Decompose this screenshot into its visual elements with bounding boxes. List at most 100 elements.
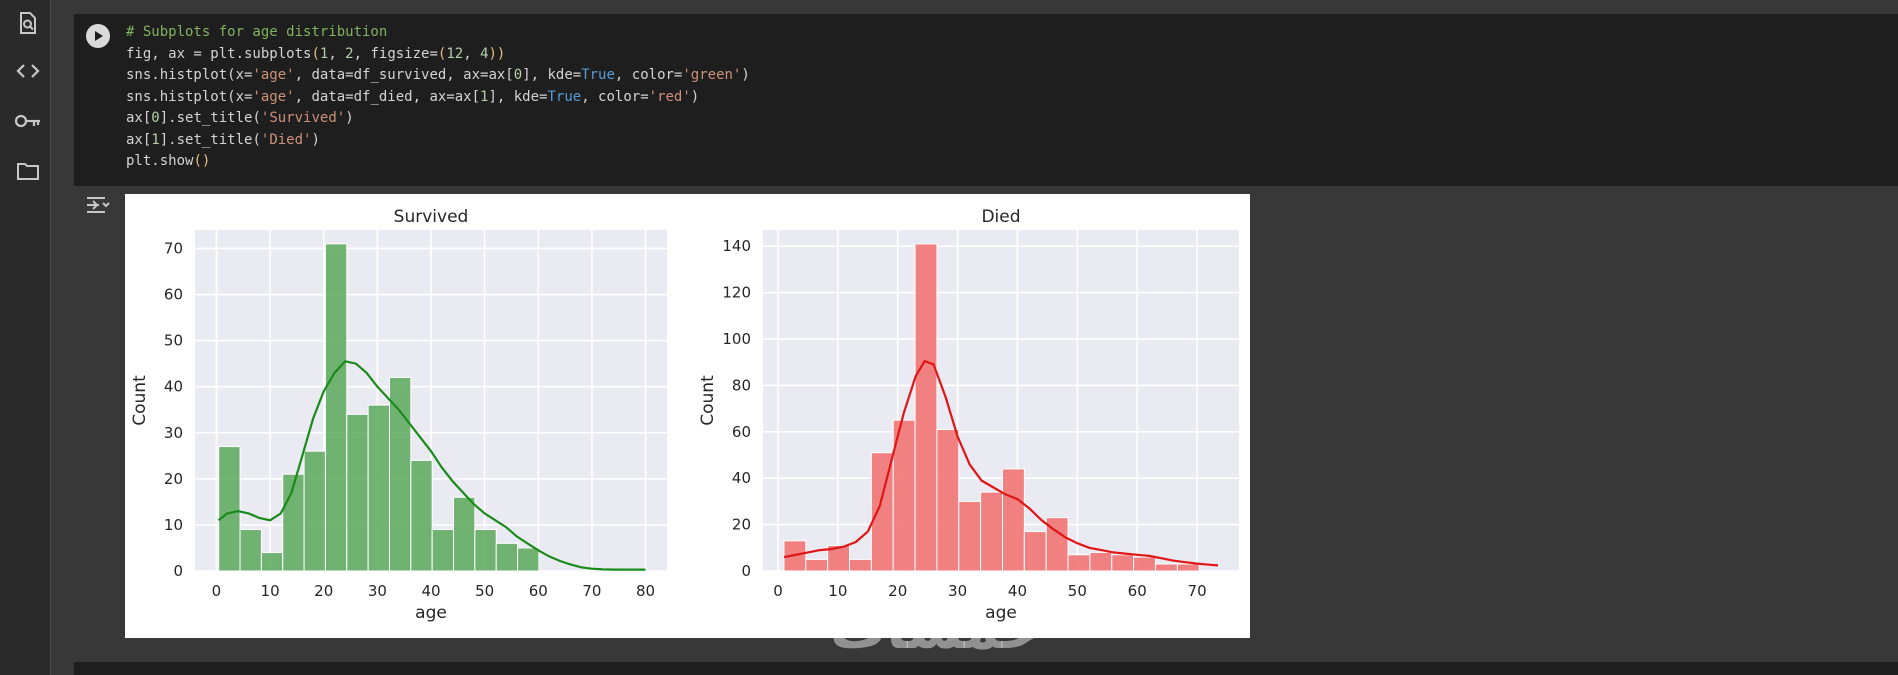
x-tick-label: 80	[636, 582, 655, 600]
run-cell-button[interactable]	[86, 24, 110, 48]
code-token: ax[	[126, 110, 152, 126]
x-tick-label: 40	[421, 582, 440, 600]
y-tick-label: 0	[741, 562, 751, 580]
y-tick-label: 140	[722, 237, 751, 255]
histogram-bar	[914, 243, 938, 572]
y-tick-label: 20	[164, 470, 183, 488]
y-axis-label: Count	[130, 375, 150, 426]
x-tick-label: 0	[212, 582, 222, 600]
y-tick-label: 60	[732, 423, 751, 441]
code-token: fig, ax = plt.subplots	[126, 45, 312, 62]
code-token: ,	[328, 45, 346, 62]
y-tick-label: 30	[164, 424, 183, 442]
code-token: ], kde=	[522, 67, 582, 83]
code-token: 0	[513, 67, 523, 83]
x-tick-label: 60	[1128, 582, 1147, 600]
code-token: ()	[193, 153, 211, 169]
code-token: , data=df_survived, ax=ax[	[294, 67, 514, 83]
histogram-bar	[346, 413, 369, 572]
code-token: 'green'	[682, 67, 742, 83]
y-tick-label: 40	[732, 469, 751, 487]
folder-icon[interactable]	[13, 156, 43, 186]
code-token: ))	[488, 45, 506, 62]
code-token: , figsize=	[353, 45, 438, 62]
histogram-bar	[260, 552, 284, 572]
code-token: ,	[463, 45, 481, 62]
code-token: ax[	[126, 131, 152, 148]
code-token: )	[345, 110, 354, 126]
code-token: plt.show	[126, 153, 194, 169]
code-token: , color=	[614, 67, 683, 83]
histogram-bar	[1067, 554, 1091, 572]
x-tick-label: 0	[773, 582, 783, 600]
histogram-bar	[958, 500, 982, 572]
code-token: 4	[480, 45, 489, 62]
output-toggle-button[interactable]	[84, 193, 112, 217]
code-token: (	[311, 45, 320, 62]
x-tick-label: 50	[475, 582, 494, 600]
code-token: 'age'	[252, 88, 295, 105]
histogram-bar	[388, 376, 412, 572]
code-token: ].set_title(	[159, 131, 261, 148]
x-tick-label: 70	[1188, 582, 1207, 600]
histogram-bar	[517, 547, 540, 572]
code-token: 1	[151, 131, 160, 148]
histogram-bar	[1176, 563, 1200, 572]
histogram-bar	[1133, 556, 1156, 572]
code-token: # Subplots for age distribution	[126, 24, 388, 40]
subplot-2: 0 10 20 30 40 50 60 70020406080100120140Diedage…	[698, 207, 1239, 623]
y-axis-label: Count	[698, 375, 718, 426]
output-collapse-icon	[87, 197, 110, 213]
key-icon[interactable]	[13, 106, 43, 136]
histogram-bar	[980, 491, 1003, 572]
watermark: خمسات	[830, 597, 1043, 662]
code-token: True	[581, 67, 615, 83]
histogram-bar	[410, 459, 433, 572]
histogram-bar	[367, 404, 390, 572]
y-tick-label: 120	[722, 284, 751, 302]
left-sidebar	[0, 0, 51, 675]
x-tick-label: 60	[529, 582, 548, 600]
code-token: )	[690, 88, 700, 105]
histogram-bar	[849, 558, 872, 572]
code-editor[interactable]: # Subplots for age distribution fig, ax …	[126, 22, 750, 173]
code-token: 'age'	[252, 67, 295, 83]
code-icon[interactable]	[13, 56, 43, 86]
histogram-bar	[805, 558, 829, 572]
code-token: 'red'	[648, 88, 691, 105]
y-tick-label: 40	[164, 378, 183, 396]
code-token: sns.histplot(x=	[126, 67, 253, 83]
y-tick-label: 60	[164, 286, 183, 304]
code-token: 2	[345, 45, 354, 62]
code-token: , color=	[581, 88, 649, 105]
histogram-bar	[324, 243, 348, 572]
code-token: ].set_title(	[159, 110, 261, 126]
histogram-bar	[431, 529, 455, 572]
code-token: ], kde=	[488, 88, 548, 105]
histogram-bar	[936, 428, 960, 572]
code-token: 'Survived'	[260, 110, 346, 126]
search-document-icon[interactable]	[13, 8, 43, 38]
histogram-bar	[495, 542, 519, 572]
histogram-bar	[218, 446, 241, 572]
code-token: )	[741, 67, 750, 83]
histogram-bar	[1154, 563, 1178, 572]
code-token: True	[547, 88, 582, 105]
y-tick-label: 20	[732, 516, 751, 534]
histogram-bar	[1023, 531, 1047, 572]
next-cell[interactable]	[74, 662, 1898, 675]
code-token: , data=df_died, ax=ax[	[294, 88, 481, 105]
histogram-bar	[1001, 468, 1025, 572]
subplot-1: 0 10 20 30 40 50 60 70 80 0 10 20 30 40 50 60 70 Survived…	[130, 207, 667, 623]
histogram-bar	[453, 496, 476, 572]
figure: 0 10 20 30 40 50 60 70 80 0 10 20 30 40 50 60 70 Survived…	[130, 207, 1239, 623]
y-tick-label: 0	[173, 562, 183, 580]
histogram-bar	[474, 529, 497, 572]
code-token: 12	[446, 45, 464, 62]
y-tick-label: 50	[164, 332, 183, 350]
x-tick-label: 20	[314, 582, 333, 600]
code-token: )	[311, 131, 320, 148]
histogram-bar	[239, 529, 262, 572]
histogram-bar	[1089, 551, 1113, 572]
cell-output: 0 10 20 30 40 50 60 70 80 0 10 20 30 40 50 60 70 Survived…	[125, 194, 1250, 638]
